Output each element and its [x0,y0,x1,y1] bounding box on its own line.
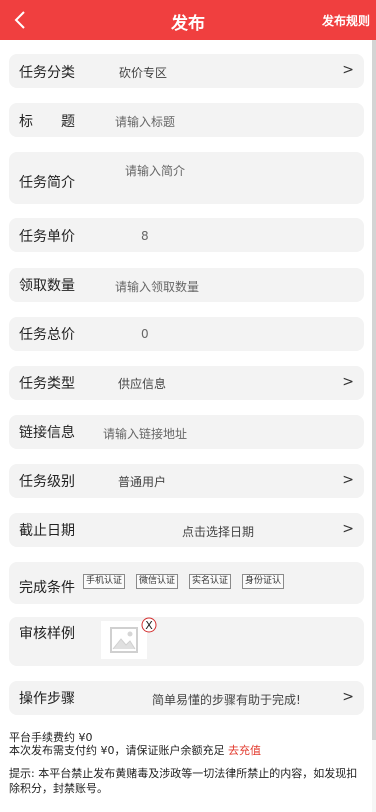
category-value: 砍价专区 [119,66,168,80]
total-price-row: 任务总价 0 [9,317,364,351]
scrollbar-thumb[interactable] [372,40,376,740]
chevron-right-icon: > [342,374,354,390]
category-label: 任务分类 [19,65,75,81]
link-input[interactable]: 请输入链接地址 [103,425,187,442]
level-row[interactable]: 任务级别 普通用户 > [9,464,364,498]
intro-label: 任务简介 [19,175,75,191]
publish-rules-link[interactable]: 发布规则 [322,12,370,29]
condition-idcard-checkbox[interactable]: 身份证认 [242,574,285,589]
condition-realname-checkbox[interactable]: 实名认证 [189,574,232,589]
image-icon [110,627,138,653]
link-label: 链接信息 [19,425,75,441]
conditions-options: 手机认证 微信认证 实名认证 身份证认 [83,574,295,589]
close-circle-icon[interactable]: X [141,617,157,633]
category-row[interactable]: 任务分类 砍价专区 > [9,54,364,88]
title-row: 标 题 请输入标题 [9,103,364,137]
conditions-label: 完成条件 [19,580,75,596]
conditions-row: 完成条件 手机认证 微信认证 实名认证 身份证认 [9,562,364,604]
unit-price-label: 任务单价 [19,229,75,245]
quantity-row: 领取数量 请输入领取数量 [9,268,364,302]
sample-label: 审核样例 [19,626,75,642]
tip-text: 提示: 本平台禁止发布黄赌毒及涉政等一切法律所禁止的内容，如发现扣除积分，封禁账… [9,767,358,795]
steps-value: 简单易懂的步骤有助于完成! [152,693,301,707]
type-label: 任务类型 [19,376,75,392]
condition-wechat-checkbox[interactable]: 微信认证 [136,574,179,589]
chevron-right-icon: > [342,472,354,488]
chevron-right-icon: > [342,62,354,78]
type-value: 供应信息 [118,377,167,391]
title-input[interactable]: 请输入标题 [115,113,175,130]
recharge-link[interactable]: 去充值 [228,744,261,757]
level-label: 任务级别 [19,474,75,490]
intro-textarea[interactable]: 请输入简介 [125,162,185,179]
total-price-value: 0 [141,327,149,341]
type-row[interactable]: 任务类型 供应信息 > [9,366,364,400]
top-bar: 发布 发布规则 [0,0,376,40]
payment-notice-text: 本次发布需支付约 ¥0，请保证账户余额充足 [9,744,225,757]
total-price-label: 任务总价 [19,327,75,343]
deadline-row[interactable]: 截止日期 点击选择日期 > [9,513,364,547]
chevron-right-icon: > [342,689,354,705]
intro-row: 任务简介 请输入简介 [9,152,364,204]
unit-price-value: 8 [141,229,149,243]
deadline-label: 截止日期 [19,523,75,539]
quantity-label: 领取数量 [19,278,75,294]
chevron-right-icon: > [342,521,354,537]
steps-label: 操作步骤 [19,691,75,707]
page-title: 发布 [171,14,205,34]
title-label: 标 题 [19,114,75,130]
unit-price-row: 任务单价 8 [9,218,364,252]
condition-phone-checkbox[interactable]: 手机认证 [83,574,126,589]
level-value: 普通用户 [118,475,167,489]
payment-notice: 本次发布需支付约 ¥0，请保证账户余额充足 去充值 [9,742,261,758]
deadline-value: 点击选择日期 [182,525,255,539]
steps-row[interactable]: 操作步骤 简单易懂的步骤有助于完成! > [9,681,364,715]
quantity-input[interactable]: 请输入领取数量 [115,278,199,295]
delete-symbol: X [145,619,153,632]
link-row: 链接信息 请输入链接地址 [9,415,364,449]
sample-row: 审核样例 X [9,617,364,666]
